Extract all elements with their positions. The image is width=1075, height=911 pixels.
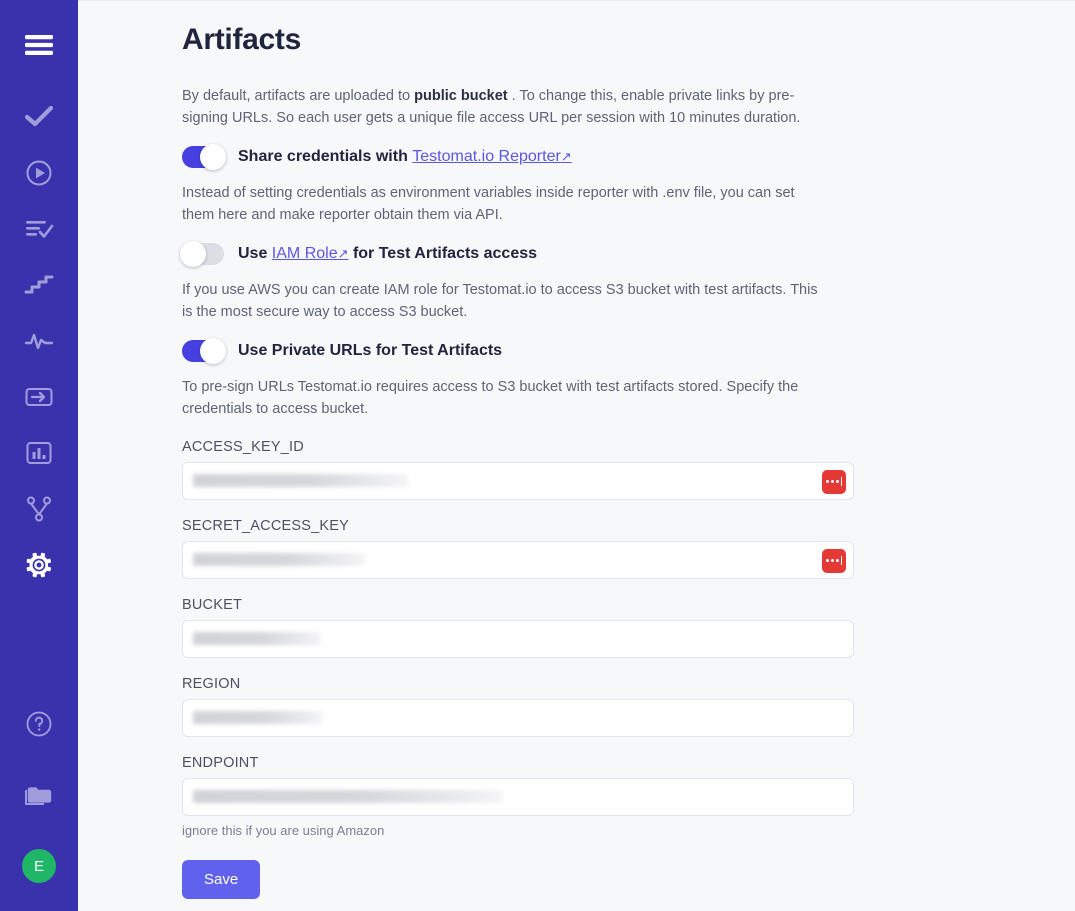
toggle-label-share-credentials: Share credentials with Testomat.io Repor… xyxy=(238,147,572,166)
import-icon[interactable] xyxy=(16,374,62,420)
iam-role-link[interactable]: IAM Role xyxy=(272,245,338,262)
app-root: E Artifacts By default, artifacts are up… xyxy=(0,0,1075,911)
input-region[interactable] xyxy=(182,699,854,737)
toggle-label-use-iam-role: Use IAM Role↗ for Test Artifacts access xyxy=(238,244,537,263)
label-bucket: BUCKET xyxy=(182,597,828,613)
toggle-label-text: Share credentials with xyxy=(238,148,412,165)
toggle-knob xyxy=(200,144,226,170)
branch-icon[interactable] xyxy=(16,486,62,532)
description-use-iam-role: If you use AWS you can create IAM role f… xyxy=(182,279,828,324)
field-bucket: BUCKET xyxy=(182,597,828,658)
password-dots-icon xyxy=(826,480,839,483)
input-endpoint[interactable] xyxy=(182,778,854,816)
folders-icon[interactable] xyxy=(16,773,62,819)
password-dots-icon xyxy=(826,559,839,562)
toggle-label-text-after: for Test Artifacts access xyxy=(349,245,538,262)
redacted-value xyxy=(193,474,408,487)
toggle-use-private-urls[interactable] xyxy=(182,340,224,362)
label-region: REGION xyxy=(182,676,828,692)
checkmark-icon[interactable] xyxy=(16,94,62,140)
intro-paragraph: By default, artifacts are uploaded to pu… xyxy=(182,85,828,130)
intro-before: By default, artifacts are uploaded to xyxy=(182,88,414,104)
field-endpoint: ENDPOINT ignore this if you are using Am… xyxy=(182,755,828,838)
intro-bold: public bucket xyxy=(414,88,507,104)
main-content: Artifacts By default, artifacts are uplo… xyxy=(78,0,1075,911)
menu-icon[interactable] xyxy=(16,22,62,68)
reveal-secret-button-access-key-id[interactable] xyxy=(822,470,846,494)
save-button[interactable]: Save xyxy=(182,860,260,899)
pulse-icon[interactable] xyxy=(16,318,62,364)
toggle-use-iam-role[interactable] xyxy=(182,243,224,265)
page-title: Artifacts xyxy=(182,23,828,57)
toggle-knob xyxy=(200,338,226,364)
input-access-key-id[interactable] xyxy=(182,462,854,500)
gear-icon[interactable] xyxy=(16,542,62,588)
redacted-value xyxy=(193,711,323,724)
label-endpoint: ENDPOINT xyxy=(182,755,828,771)
chart-icon[interactable] xyxy=(16,430,62,476)
description-share-credentials: Instead of setting credentials as enviro… xyxy=(182,182,828,227)
toggle-knob xyxy=(180,241,206,267)
avatar-initial: E xyxy=(34,858,44,875)
toggle-share-credentials[interactable] xyxy=(182,146,224,168)
toggle-label-text: Use xyxy=(238,245,272,262)
field-region: REGION xyxy=(182,676,828,737)
description-use-private-urls: To pre-sign URLs Testomat.io requires ac… xyxy=(182,376,828,421)
text-caret-icon xyxy=(841,477,843,486)
redacted-value xyxy=(193,553,365,566)
external-link-icon[interactable]: ↗ xyxy=(561,149,572,164)
toggle-row-use-private-urls[interactable]: Use Private URLs for Test Artifacts xyxy=(182,340,828,362)
toggle-row-use-iam-role[interactable]: Use IAM Role↗ for Test Artifacts access xyxy=(182,243,828,265)
label-secret-access-key: SECRET_ACCESS_KEY xyxy=(182,518,828,534)
sidebar: E xyxy=(0,0,78,911)
help-circle-icon[interactable] xyxy=(16,701,62,747)
external-link-icon[interactable]: ↗ xyxy=(338,246,349,261)
reveal-secret-button-secret-access-key[interactable] xyxy=(822,549,846,573)
toggle-label-use-private-urls: Use Private URLs for Test Artifacts xyxy=(238,341,502,360)
input-secret-access-key[interactable] xyxy=(182,541,854,579)
play-circle-icon[interactable] xyxy=(16,150,62,196)
steps-icon[interactable] xyxy=(16,262,62,308)
field-access-key-id: ACCESS_KEY_ID xyxy=(182,439,828,500)
hint-endpoint: ignore this if you are using Amazon xyxy=(182,823,828,838)
checklist-icon[interactable] xyxy=(16,206,62,252)
text-caret-icon xyxy=(841,556,843,565)
field-secret-access-key: SECRET_ACCESS_KEY xyxy=(182,518,828,579)
redacted-value xyxy=(193,632,321,645)
toggle-row-share-credentials[interactable]: Share credentials with Testomat.io Repor… xyxy=(182,146,828,168)
testomat-reporter-link[interactable]: Testomat.io Reporter xyxy=(412,148,561,165)
redacted-value xyxy=(193,790,503,803)
input-bucket[interactable] xyxy=(182,620,854,658)
avatar[interactable]: E xyxy=(22,849,56,883)
label-access-key-id: ACCESS_KEY_ID xyxy=(182,439,828,455)
